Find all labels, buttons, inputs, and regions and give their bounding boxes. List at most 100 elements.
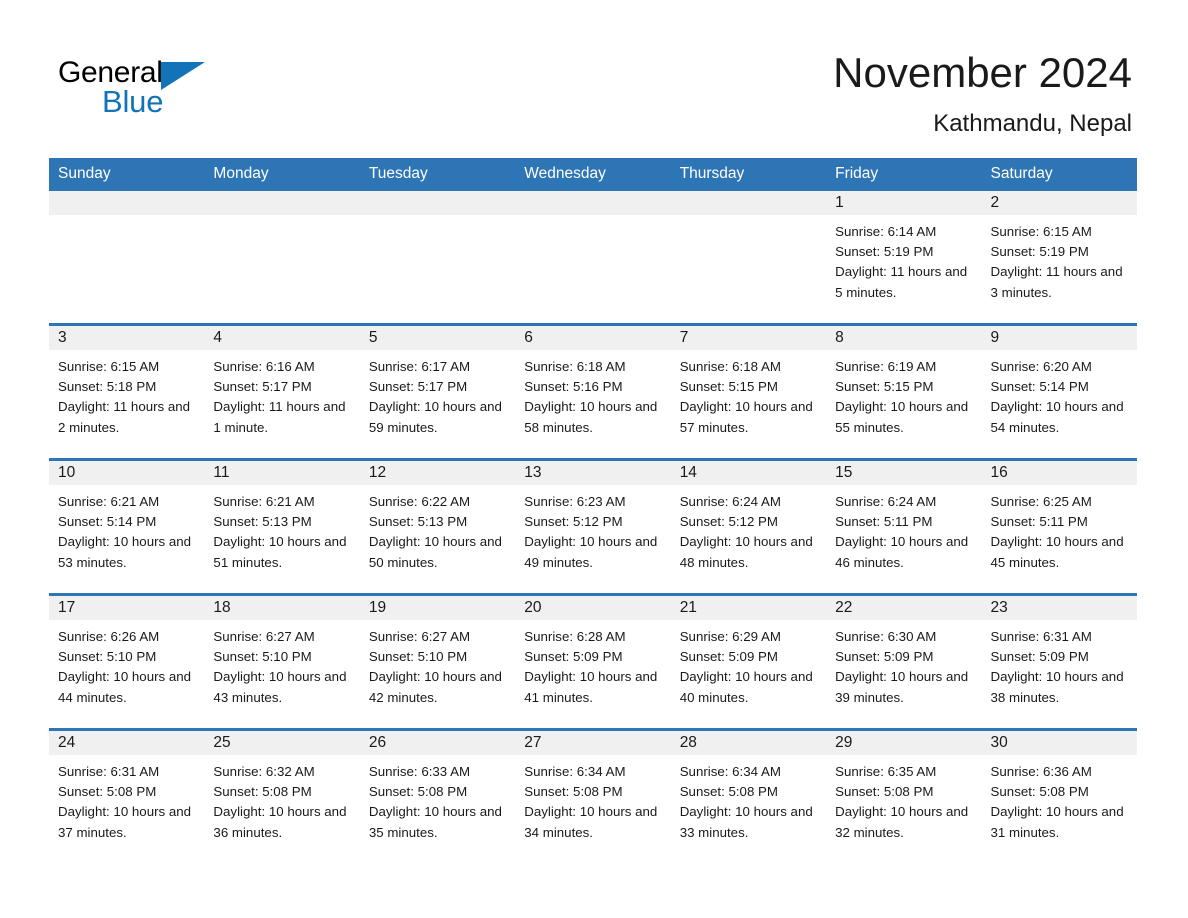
calendar-day-cell[interactable]: 5 Sunrise: 6:17 AM Sunset: 5:17 PM Daylight… (359, 323, 516, 460)
calendar-day-cell[interactable]: 30 Sunrise: 6:36 AM Sunset: 5:08 PM Dayligh… (981, 728, 1137, 863)
sunrise-text: Sunrise: 6:24 AM (679, 494, 781, 509)
sunset-text: Sunset: 5:11 PM (990, 514, 1088, 530)
calendar-day-cell[interactable]: 14 Sunrise: 6:24 AM Sunset: 5:12 PM Dayligh… (670, 458, 827, 595)
calendar-day-cell[interactable]: 21 Sunrise: 6:29 AM Sunset: 5:09 PM Dayligh… (670, 593, 827, 730)
day-cell-content: 29 Sunrise: 6:35 AM Sunset: 5:08 PM Dayligh… (826, 731, 982, 863)
calendar-day-cell[interactable]: 23 Sunrise: 6:31 AM Sunset: 5:09 PM Dayligh… (981, 593, 1137, 730)
calendar-day-cell[interactable]: 29 Sunrise: 6:35 AM Sunset: 5:08 PM Dayligh… (826, 728, 982, 863)
day-cell-content: 14 Sunrise: 6:24 AM Sunset: 5:12 PM Dayligh… (670, 461, 827, 593)
day-number: 24 (49, 731, 205, 755)
day-details: Sunrise: 6:15 AM Sunset: 5:18 PM Daylight:… (49, 350, 204, 438)
calendar-day-cell[interactable]: 27 Sunrise: 6:34 AM Sunset: 5:08 PM Dayligh… (515, 728, 671, 863)
day-cell-content: 21 Sunrise: 6:29 AM Sunset: 5:09 PM Dayligh… (670, 596, 827, 728)
sunset-text: Sunset: 5:13 PM (368, 514, 468, 530)
daylight-text: Daylight: 10 hours and 31 minutes. (990, 804, 1124, 840)
calendar-day-cell[interactable]: 9 Sunrise: 6:20 AM Sunset: 5:14 PM Daylight… (981, 323, 1137, 460)
calendar-table: Sunday Monday Tuesday Wednesday Thursday… (49, 158, 1137, 863)
sunrise-text: Sunrise: 6:21 AM (58, 494, 160, 509)
sunset-text: Sunset: 5:15 PM (679, 379, 778, 395)
calendar-day-cell[interactable]: 8 Sunrise: 6:19 AM Sunset: 5:15 PM Daylight… (826, 323, 982, 460)
daylight-text: Daylight: 10 hours and 44 minutes. (58, 669, 192, 705)
sunrise-text: Sunrise: 6:25 AM (990, 494, 1092, 509)
day-number: 18 (204, 596, 360, 620)
daylight-text: Daylight: 10 hours and 48 minutes. (679, 534, 813, 570)
day-cell-content: 7 Sunrise: 6:18 AM Sunset: 5:15 PM Daylight… (670, 326, 827, 458)
weekday-header-friday: Friday (826, 158, 982, 191)
daylight-text: Daylight: 10 hours and 39 minutes. (835, 669, 969, 705)
day-number: 21 (670, 596, 827, 620)
calendar-day-cell[interactable]: 28 Sunrise: 6:34 AM Sunset: 5:08 PM Dayligh… (670, 728, 827, 863)
weekday-header-wednesday: Wednesday (515, 158, 671, 191)
calendar-day-cell[interactable]: 7 Sunrise: 6:18 AM Sunset: 5:15 PM Daylight… (670, 323, 827, 460)
day-number (515, 191, 671, 215)
day-cell-content: 12 Sunrise: 6:22 AM Sunset: 5:13 PM Dayligh… (359, 461, 516, 593)
calendar-day-cell[interactable]: 18 Sunrise: 6:27 AM Sunset: 5:10 PM Dayligh… (204, 593, 360, 730)
calendar-day-cell[interactable]: 16 Sunrise: 6:25 AM Sunset: 5:11 PM Dayligh… (981, 458, 1137, 595)
day-details: Sunrise: 6:24 AM Sunset: 5:12 PM Daylight:… (671, 485, 826, 573)
sunset-text: Sunset: 5:19 PM (990, 244, 1089, 260)
day-number: 5 (359, 326, 516, 350)
day-number: 22 (826, 596, 982, 620)
day-details: Sunrise: 6:24 AM Sunset: 5:11 PM Daylight:… (826, 485, 981, 573)
day-number: 16 (981, 461, 1137, 485)
sunset-text: Sunset: 5:09 PM (679, 649, 778, 665)
day-cell-content: 24 Sunrise: 6:31 AM Sunset: 5:08 PM Dayligh… (49, 731, 205, 863)
calendar-day-cell[interactable]: 1 Sunrise: 6:14 AM Sunset: 5:19 PM Daylight… (826, 191, 982, 325)
calendar-day-cell[interactable]: 26 Sunrise: 6:33 AM Sunset: 5:08 PM Dayligh… (359, 728, 516, 863)
sunset-text: Sunset: 5:12 PM (679, 514, 778, 530)
sunset-text: Sunset: 5:09 PM (524, 649, 623, 665)
daylight-text: Daylight: 10 hours and 46 minutes. (835, 534, 969, 570)
sunset-text: Sunset: 5:11 PM (835, 514, 933, 530)
sunset-text: Sunset: 5:10 PM (58, 649, 157, 665)
daylight-text: Daylight: 10 hours and 53 minutes. (58, 534, 192, 570)
day-details: Sunrise: 6:32 AM Sunset: 5:08 PM Daylight:… (204, 755, 359, 843)
day-number: 26 (359, 731, 516, 755)
daylight-text: Daylight: 10 hours and 36 minutes. (213, 804, 347, 840)
day-cell-content: 3 Sunrise: 6:15 AM Sunset: 5:18 PM Daylight… (49, 326, 205, 458)
calendar-day-cell[interactable]: 3 Sunrise: 6:15 AM Sunset: 5:18 PM Daylight… (49, 323, 205, 460)
generalblue-logo[interactable]: General Blue (58, 56, 218, 122)
calendar-day-cell[interactable]: 20 Sunrise: 6:28 AM Sunset: 5:09 PM Dayligh… (515, 593, 671, 730)
weekday-header-tuesday: Tuesday (359, 158, 516, 191)
day-details: Sunrise: 6:27 AM Sunset: 5:10 PM Daylight:… (360, 620, 515, 708)
daylight-text: Daylight: 11 hours and 5 minutes. (835, 264, 968, 300)
calendar-day-cell[interactable]: 2 Sunrise: 6:15 AM Sunset: 5:19 PM Daylight… (981, 191, 1137, 325)
calendar-head: Sunday Monday Tuesday Wednesday Thursday… (49, 158, 1137, 191)
calendar-week-row: 3 Sunrise: 6:15 AM Sunset: 5:18 PM Daylight… (49, 323, 1137, 460)
calendar-day-cell[interactable]: 11 Sunrise: 6:21 AM Sunset: 5:13 PM Dayligh… (204, 458, 360, 595)
day-number: 23 (981, 596, 1137, 620)
sunset-text: Sunset: 5:08 PM (213, 784, 312, 800)
day-cell-content: 11 Sunrise: 6:21 AM Sunset: 5:13 PM Dayligh… (204, 461, 360, 593)
calendar-day-cell[interactable]: 19 Sunrise: 6:27 AM Sunset: 5:10 PM Dayligh… (359, 593, 516, 730)
day-cell-content: 1 Sunrise: 6:14 AM Sunset: 5:19 PM Daylight… (826, 191, 982, 323)
sunset-text: Sunset: 5:08 PM (679, 784, 778, 800)
day-details: Sunrise: 6:16 AM Sunset: 5:17 PM Daylight:… (204, 350, 359, 438)
daylight-text: Daylight: 10 hours and 54 minutes. (990, 399, 1124, 435)
calendar-day-cell[interactable]: 13 Sunrise: 6:23 AM Sunset: 5:12 PM Dayligh… (515, 458, 671, 595)
day-details: Sunrise: 6:23 AM Sunset: 5:12 PM Daylight:… (515, 485, 670, 573)
calendar-day-cell[interactable]: 4 Sunrise: 6:16 AM Sunset: 5:17 PM Daylight… (204, 323, 360, 460)
calendar-week-row: 10 Sunrise: 6:21 AM Sunset: 5:14 PM Dayligh… (49, 458, 1137, 595)
title-block: November 2024 Kathmandu, Nepal (833, 48, 1132, 139)
day-cell-content: 27 Sunrise: 6:34 AM Sunset: 5:08 PM Dayligh… (515, 731, 671, 863)
calendar-day-cell[interactable]: 24 Sunrise: 6:31 AM Sunset: 5:08 PM Dayligh… (49, 728, 205, 863)
calendar-day-cell[interactable]: 22 Sunrise: 6:30 AM Sunset: 5:09 PM Dayligh… (826, 593, 982, 730)
day-number: 20 (515, 596, 671, 620)
calendar-day-cell (515, 191, 671, 325)
calendar-day-cell[interactable]: 25 Sunrise: 6:32 AM Sunset: 5:08 PM Dayligh… (204, 728, 360, 863)
calendar-page: General Blue November 2024 Kathmandu, Ne… (0, 0, 1188, 918)
sunset-text: Sunset: 5:09 PM (990, 649, 1089, 665)
sunrise-text: Sunrise: 6:31 AM (58, 764, 160, 779)
calendar-day-cell[interactable]: 6 Sunrise: 6:18 AM Sunset: 5:16 PM Daylight… (515, 323, 671, 460)
day-cell-content (359, 191, 516, 323)
calendar-day-cell[interactable]: 15 Sunrise: 6:24 AM Sunset: 5:11 PM Dayligh… (826, 458, 982, 595)
calendar-day-cell (49, 191, 205, 325)
day-cell-content: 19 Sunrise: 6:27 AM Sunset: 5:10 PM Dayligh… (359, 596, 516, 728)
calendar-day-cell[interactable]: 12 Sunrise: 6:22 AM Sunset: 5:13 PM Dayligh… (359, 458, 516, 595)
sunrise-text: Sunrise: 6:26 AM (58, 629, 160, 644)
calendar-day-cell (359, 191, 516, 325)
calendar-day-cell[interactable]: 17 Sunrise: 6:26 AM Sunset: 5:10 PM Dayligh… (49, 593, 205, 730)
calendar-day-cell[interactable]: 10 Sunrise: 6:21 AM Sunset: 5:14 PM Dayligh… (49, 458, 205, 595)
sunrise-text: Sunrise: 6:24 AM (835, 494, 937, 509)
day-details: Sunrise: 6:26 AM Sunset: 5:10 PM Daylight:… (49, 620, 204, 708)
